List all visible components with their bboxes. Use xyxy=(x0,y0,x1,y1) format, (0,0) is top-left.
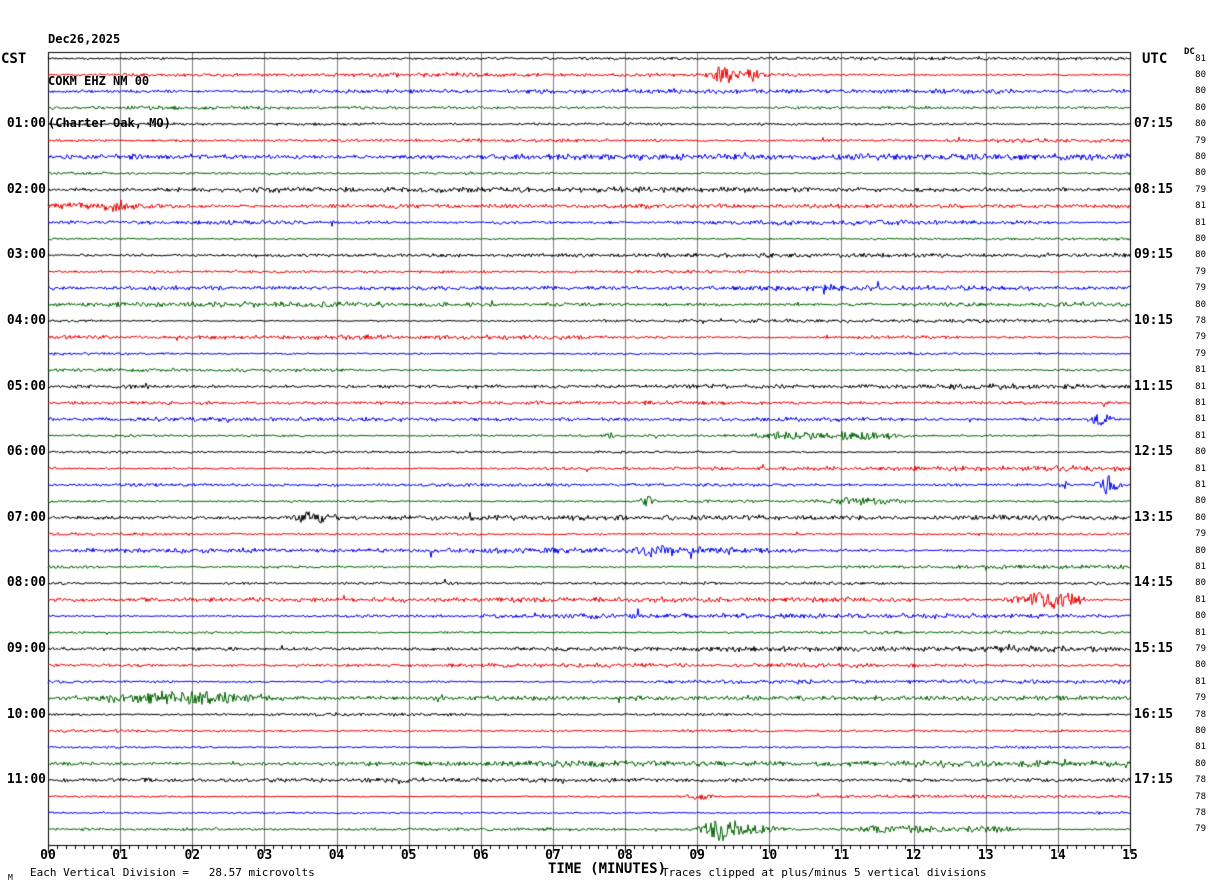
left-hour-label: 10:00 xyxy=(6,706,46,722)
x-tick-label: 13 xyxy=(977,848,994,863)
left-hour-label: 07:00 xyxy=(6,509,46,525)
x-tick-label: 11 xyxy=(833,848,850,863)
dc-value: 79 xyxy=(1195,348,1206,359)
dc-value: 80 xyxy=(1195,758,1206,769)
header-station-location: (Charter Oak, MO) xyxy=(48,116,171,130)
dc-value: 80 xyxy=(1195,496,1206,507)
x-tick-label: 00 xyxy=(40,848,56,863)
dc-value: 80 xyxy=(1195,512,1206,523)
left-hour-label: 01:00 xyxy=(6,116,46,132)
left-hour-label: 03:00 xyxy=(6,247,46,263)
header-station-code: COKM EHZ NM 00 xyxy=(48,74,150,88)
dc-value: 80 xyxy=(1195,102,1206,113)
right-timezone-label: UTC xyxy=(1142,51,1168,67)
x-tick-label: 05 xyxy=(400,848,417,863)
dc-value: 81 xyxy=(1195,742,1206,753)
dc-value: 80 xyxy=(1195,69,1206,80)
dc-value: 80 xyxy=(1195,545,1206,556)
dc-value: 80 xyxy=(1195,299,1206,310)
right-hour-label: 13:15 xyxy=(1134,509,1174,525)
left-hour-label: 04:00 xyxy=(6,312,46,328)
dc-value: 80 xyxy=(1195,250,1206,261)
x-tick-label: 12 xyxy=(905,848,922,863)
dc-value: 80 xyxy=(1195,233,1206,244)
vertical-scale-note: Each Vertical Division = 28.57 microvolt… xyxy=(30,866,315,879)
x-tick-label: 09 xyxy=(689,848,706,863)
right-hour-label: 17:15 xyxy=(1134,772,1174,788)
dc-value: 81 xyxy=(1195,676,1206,687)
dc-value: 80 xyxy=(1195,725,1206,736)
dc-value: 80 xyxy=(1195,168,1206,179)
dc-value: 78 xyxy=(1195,709,1206,720)
x-tick-label: 01 xyxy=(112,848,128,863)
dc-value: 81 xyxy=(1195,201,1206,212)
x-tick-label: 02 xyxy=(184,848,201,863)
dc-value: 80 xyxy=(1195,86,1206,97)
dc-value: 81 xyxy=(1195,381,1206,392)
dc-value: 78 xyxy=(1195,807,1206,818)
right-hour-label: 11:15 xyxy=(1134,378,1174,394)
corner-logo: M xyxy=(8,873,13,882)
dc-value: 81 xyxy=(1195,53,1206,64)
dc-value: 79 xyxy=(1195,266,1206,277)
dc-value: 81 xyxy=(1195,430,1206,441)
x-tick-label: 15 xyxy=(1122,848,1138,863)
dc-value: 79 xyxy=(1195,529,1206,540)
dc-value: 79 xyxy=(1195,824,1206,835)
x-tick-label: 06 xyxy=(472,848,489,863)
left-hour-label: 06:00 xyxy=(6,444,46,460)
dc-value: 81 xyxy=(1195,397,1206,408)
right-hour-label: 12:15 xyxy=(1134,444,1174,460)
left-hour-label: 05:00 xyxy=(6,378,46,394)
dc-value: 79 xyxy=(1195,135,1206,146)
dc-value: 79 xyxy=(1195,693,1206,704)
left-hour-label: 11:00 xyxy=(6,772,46,788)
dc-value: 78 xyxy=(1195,775,1206,786)
dc-value: 79 xyxy=(1195,332,1206,343)
left-hour-label: 02:00 xyxy=(6,181,46,197)
plot-header: Dec26,2025 COKM EHZ NM 00 (Charter Oak, … xyxy=(48,4,171,158)
right-hour-label: 15:15 xyxy=(1134,640,1174,656)
right-hour-label: 16:15 xyxy=(1134,706,1174,722)
dc-value: 80 xyxy=(1195,660,1206,671)
x-tick-label: 10 xyxy=(761,848,778,863)
dc-value: 80 xyxy=(1195,447,1206,458)
dc-value: 81 xyxy=(1195,594,1206,605)
dc-value: 80 xyxy=(1195,611,1206,622)
dc-value: 81 xyxy=(1195,365,1206,376)
left-timezone-label: CST xyxy=(1,51,27,67)
right-hour-label: 14:15 xyxy=(1134,575,1174,591)
dc-value: 79 xyxy=(1195,283,1206,294)
dc-value: 80 xyxy=(1195,578,1206,589)
right-hour-label: 09:15 xyxy=(1134,247,1174,263)
header-date: Dec26,2025 xyxy=(48,32,121,46)
right-hour-label: 08:15 xyxy=(1134,181,1174,197)
x-tick-label: 03 xyxy=(256,848,273,863)
dc-value: 79 xyxy=(1195,184,1206,195)
dc-value: 81 xyxy=(1195,479,1206,490)
dc-value: 81 xyxy=(1195,414,1206,425)
dc-value: 81 xyxy=(1195,561,1206,572)
x-axis-title: TIME (MINUTES) xyxy=(548,861,667,877)
right-hour-label: 10:15 xyxy=(1134,312,1174,328)
dc-value: 80 xyxy=(1195,151,1206,162)
dc-value: 78 xyxy=(1195,791,1206,802)
seismogram-plot-canvas xyxy=(0,0,1210,886)
x-tick-label: 04 xyxy=(328,848,345,863)
left-hour-label: 09:00 xyxy=(6,640,46,656)
dc-value: 79 xyxy=(1195,643,1206,654)
dc-value: 81 xyxy=(1195,463,1206,474)
dc-value: 80 xyxy=(1195,119,1206,130)
x-tick-label: 14 xyxy=(1050,848,1066,863)
dc-value: 81 xyxy=(1195,217,1206,228)
helicorder-screen: Dec26,2025 COKM EHZ NM 00 (Charter Oak, … xyxy=(0,0,1210,886)
dc-value: 78 xyxy=(1195,315,1206,326)
right-hour-label: 07:15 xyxy=(1134,116,1174,132)
clip-note: Traces clipped at plus/minus 5 vertical … xyxy=(662,866,987,879)
left-hour-label: 08:00 xyxy=(6,575,46,591)
dc-value: 81 xyxy=(1195,627,1206,638)
